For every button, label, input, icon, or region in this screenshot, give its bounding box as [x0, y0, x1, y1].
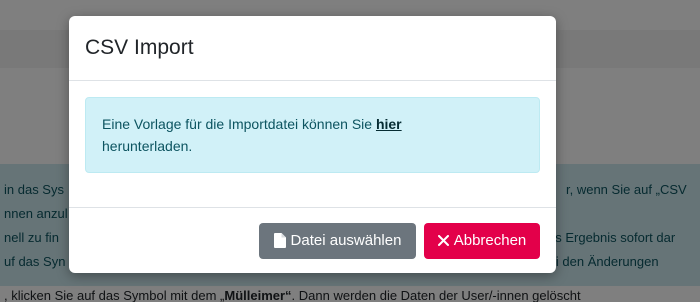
cancel-label: Abbrechen — [453, 232, 527, 249]
info-text-after: herunterladen. — [102, 138, 193, 154]
select-file-button[interactable]: Datei auswählen — [259, 222, 416, 259]
modal-footer: Datei auswählen Abbrechen — [69, 207, 556, 273]
template-info-alert: Eine Vorlage für die Importdatei können … — [85, 97, 540, 173]
modal-header: CSV Import — [69, 16, 556, 81]
template-download-link[interactable]: hier — [376, 116, 402, 132]
info-text-before: Eine Vorlage für die Importdatei können … — [102, 116, 376, 132]
select-file-label: Datei auswählen — [290, 232, 402, 249]
csv-import-dialog: CSV Import Eine Vorlage für die Importda… — [69, 16, 556, 273]
file-icon — [273, 233, 286, 248]
x-icon — [437, 235, 449, 246]
cancel-button[interactable]: Abbrechen — [424, 222, 540, 259]
modal-body: Eine Vorlage für die Importdatei können … — [69, 81, 556, 207]
modal-title: CSV Import — [85, 36, 194, 59]
